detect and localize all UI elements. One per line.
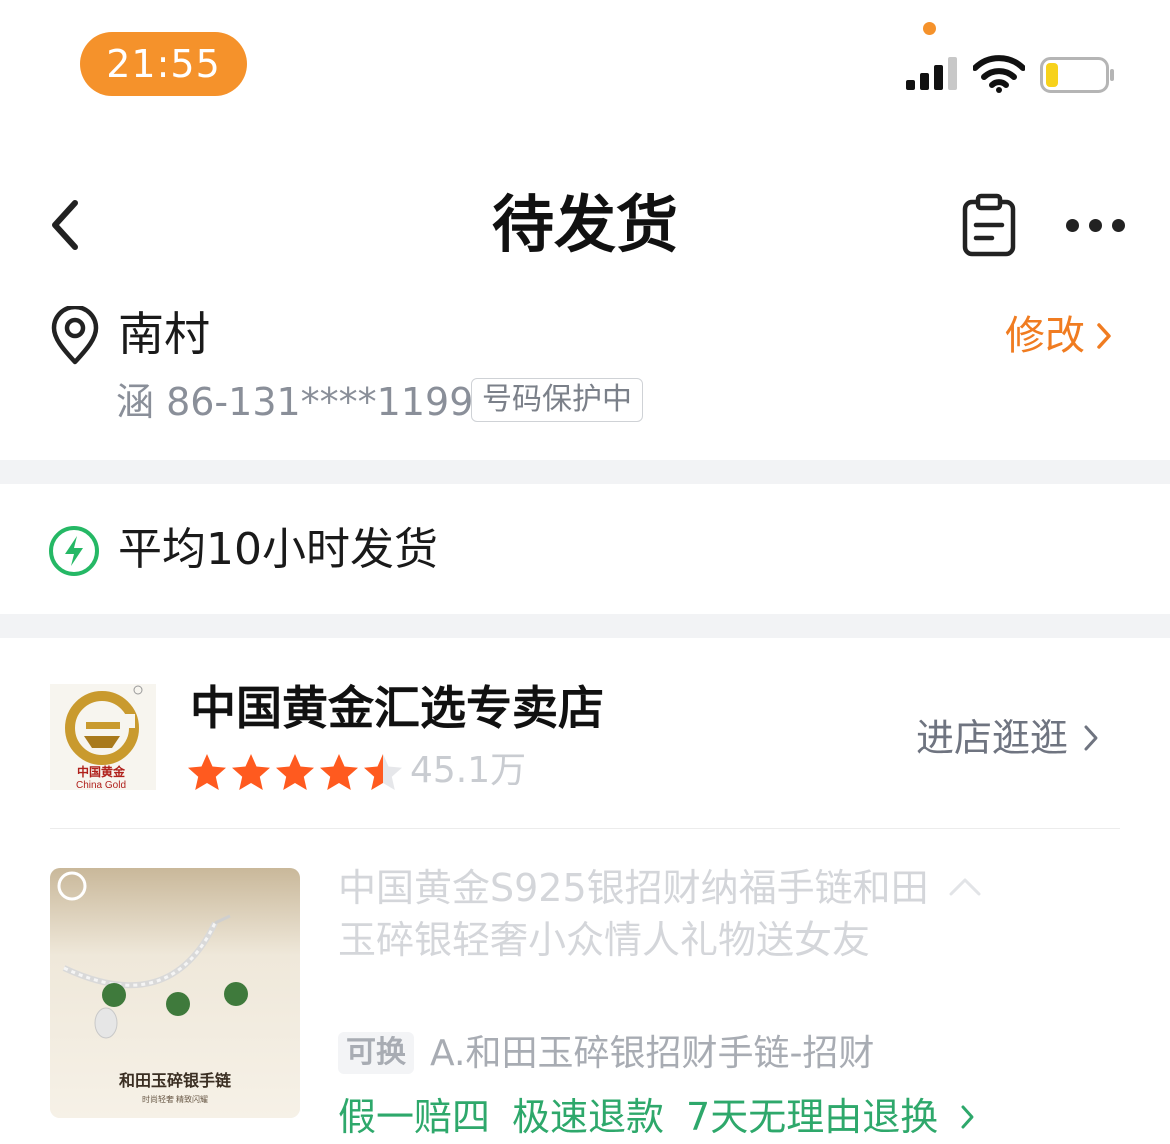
- chevron-up-icon[interactable]: [945, 872, 985, 902]
- product-image-subcaption: 时尚轻奢 精致闪耀: [142, 1094, 208, 1104]
- edit-address-label: 修改: [1005, 313, 1085, 359]
- privacy-indicator-dot: [923, 22, 936, 35]
- chevron-left-icon: [52, 200, 78, 250]
- service-item: 7天无理由退换: [686, 1095, 939, 1139]
- chevron-right-icon: [961, 1105, 974, 1129]
- store-divider: [50, 828, 1120, 829]
- more-dot-icon: [1065, 218, 1079, 232]
- more-dot-icon: [1088, 218, 1102, 232]
- service-item: 假一赔四: [338, 1095, 491, 1139]
- rating-star-icon: [320, 754, 358, 790]
- product-sku: A.和田玉碎银招财手链-招财: [430, 1033, 875, 1074]
- battery-icon: [1040, 57, 1114, 93]
- rating-star-icon: [232, 754, 270, 790]
- store-rating-stars: [186, 752, 404, 792]
- product-title[interactable]: 中国黄金S925银招财纳福手链和田玉碎银轻奢小众情人礼物送女友: [338, 862, 938, 966]
- enter-store-label: 进店逛逛: [916, 716, 1069, 760]
- rating-star-icon: [276, 754, 314, 790]
- section-divider: [0, 460, 1170, 484]
- cellular-signal-icon: [906, 57, 957, 90]
- more-dot-icon: [1111, 218, 1125, 232]
- lightning-icon: [49, 526, 99, 576]
- exchangeable-tag: 可换: [338, 1032, 414, 1074]
- product-image-caption: 和田玉碎银手链: [119, 1071, 232, 1090]
- service-item: 极速退款: [512, 1095, 665, 1139]
- store-name[interactable]: 中国黄金汇选专卖店: [190, 678, 604, 738]
- rating-star-icon: [364, 754, 402, 790]
- more-options-button[interactable]: [1055, 200, 1135, 250]
- chevron-right-icon: [1097, 323, 1111, 349]
- logo-text-cn: 中国黄金: [77, 764, 126, 779]
- section-divider: [0, 614, 1170, 638]
- bracelet-product-image: 和田玉碎银手链 时尚轻奢 精致闪耀: [50, 868, 300, 1118]
- service-guarantees[interactable]: 假一赔四 极速退款 7天无理由退换: [338, 1090, 976, 1144]
- page-title: 待发货: [491, 188, 678, 261]
- clipboard-icon: [962, 193, 1016, 257]
- rating-star-icon: [188, 754, 226, 790]
- back-button[interactable]: [30, 185, 100, 265]
- chevron-right-icon: [1084, 725, 1098, 751]
- recipient-name: 南村: [118, 307, 210, 361]
- status-time: 21:55: [80, 32, 247, 96]
- china-gold-logo-icon: 中国黄金 China Gold: [50, 684, 156, 790]
- location-pin-icon: [51, 306, 99, 365]
- order-notes-button[interactable]: [955, 190, 1023, 260]
- wifi-icon: [973, 55, 1025, 93]
- store-sales-count: 45.1万: [410, 750, 527, 791]
- store-logo[interactable]: 中国黄金 China Gold: [50, 684, 156, 790]
- product-image[interactable]: 和田玉碎银手链 时尚轻奢 精致闪耀: [50, 868, 300, 1118]
- enter-store-button[interactable]: 进店逛逛: [916, 710, 1100, 766]
- recipient-contact: 涵 86-131****1199: [116, 380, 474, 424]
- number-protection-badge: 号码保护中: [471, 378, 643, 422]
- shipping-eta: 平均10小时发货: [118, 524, 438, 575]
- edit-address-button[interactable]: 修改: [1005, 308, 1113, 364]
- logo-text-en: China Gold: [76, 780, 126, 790]
